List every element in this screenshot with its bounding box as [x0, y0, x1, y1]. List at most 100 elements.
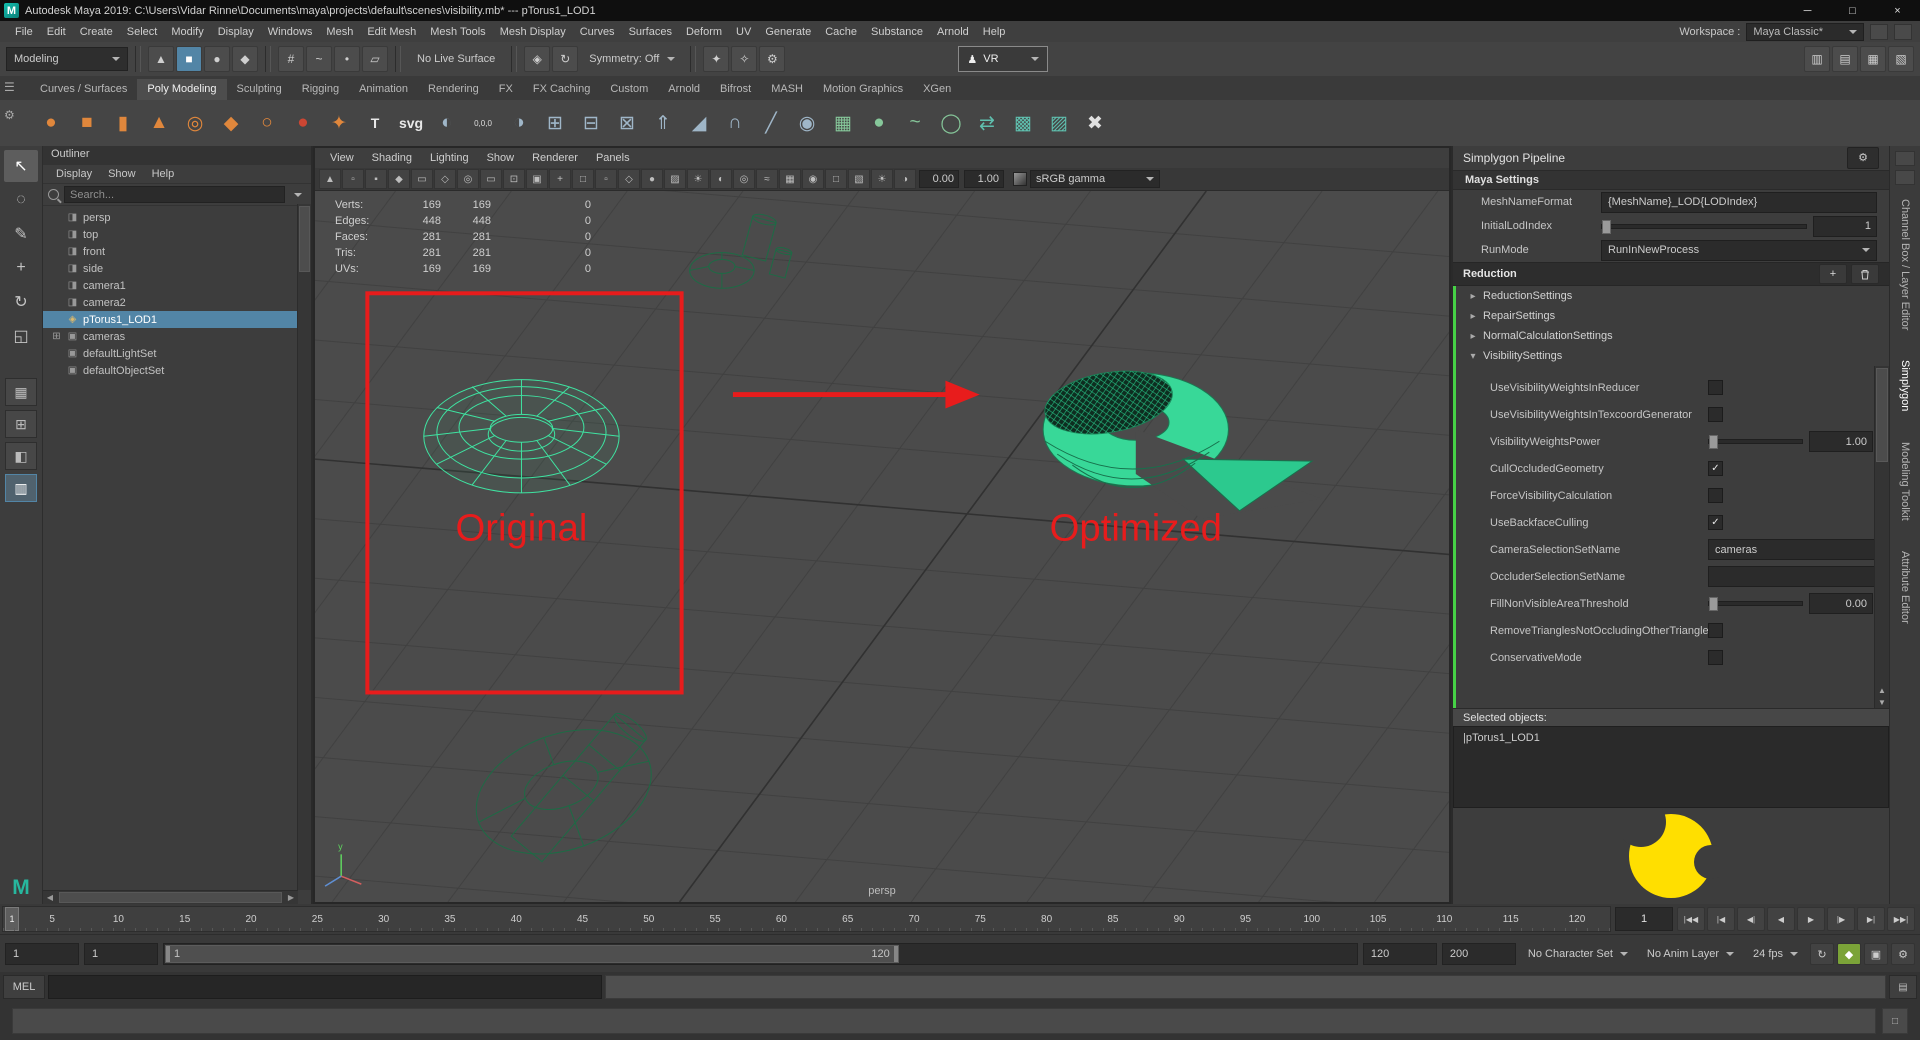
fps-dropdown[interactable]: 24 fps [1746, 944, 1805, 964]
toolbar-separator[interactable] [690, 46, 696, 72]
shelf-tab[interactable]: Curves / Surfaces [30, 79, 137, 100]
gear-icon[interactable]: ⚙ [1847, 147, 1879, 169]
bridge-icon[interactable]: ∩ [718, 106, 752, 140]
close-button[interactable]: × [1875, 0, 1920, 21]
bevel-icon[interactable]: ◢ [682, 106, 716, 140]
slider-handle[interactable] [1602, 220, 1611, 234]
settings-scrollbar[interactable]: ▲ ▼ [1874, 366, 1889, 708]
removetrianglesnotoccludingothertriangles-checkbox[interactable] [1708, 623, 1723, 638]
outliner-item[interactable]: side [43, 260, 311, 277]
expand-icon[interactable]: ⊞ [51, 331, 62, 342]
multi-cut-icon[interactable]: ╱ [754, 106, 788, 140]
shelf-tab[interactable]: Bifrost [710, 79, 761, 100]
outliner-item[interactable]: pTorus1_LOD1 [43, 311, 311, 328]
initial-lod-index-field[interactable]: 1 [1813, 216, 1877, 237]
menu-item[interactable]: Surfaces [622, 26, 679, 38]
menu-item[interactable]: Curves [573, 26, 622, 38]
outliner-menu-item[interactable]: Help [145, 168, 182, 180]
two-d-pan-zoom-icon[interactable]: ◇ [434, 169, 456, 189]
render-settings-icon[interactable]: ⚙ [759, 46, 785, 72]
minimize-button[interactable]: ─ [1785, 0, 1830, 21]
mirror-icon[interactable]: ⇄ [970, 106, 1004, 140]
outliner-menu-item[interactable]: Display [49, 168, 99, 180]
layout-four-pane[interactable]: ⊞ [5, 410, 37, 438]
poly-torus-icon[interactable]: ◎ [178, 106, 212, 140]
visibilityweightspower-slider[interactable] [1708, 439, 1803, 444]
shelf-tab[interactable]: Rigging [292, 79, 349, 100]
layout-custom[interactable]: ▥ [5, 474, 37, 502]
toolbar-separator[interactable] [135, 46, 141, 72]
outliner-vertical-scrollbar[interactable] [297, 204, 311, 890]
sidebar-modeling-toolkit-icon[interactable]: ▧ [1888, 46, 1914, 72]
selected-objects-field[interactable]: |pTorus1_LOD1 [1453, 726, 1889, 808]
outliner-title[interactable]: Outliner [43, 146, 311, 165]
menu-item[interactable]: Mesh Display [493, 26, 573, 38]
animation-preferences-icon[interactable]: ⚙ [1891, 943, 1915, 965]
menu-set-dropdown[interactable]: Modeling [6, 47, 128, 71]
separate-icon[interactable]: ⊟ [574, 106, 608, 140]
help-toggle-icon[interactable]: □ [1882, 1008, 1908, 1034]
textured-icon[interactable]: ▨ [664, 169, 686, 189]
select-component-icon[interactable]: ● [204, 46, 230, 72]
shelf-tab-menu-icon[interactable]: ☰ [4, 80, 15, 94]
outliner-item[interactable]: camera1 [43, 277, 311, 294]
outliner-item[interactable]: defaultLightSet [43, 345, 311, 362]
lights-icon[interactable]: ☀ [687, 169, 709, 189]
step-forward-frame-button[interactable]: ▶| [1857, 907, 1885, 931]
play-forwards-button[interactable]: ▶ [1797, 907, 1825, 931]
multisample-icon[interactable]: ▦ [779, 169, 801, 189]
cameraselectionsetname-dropdown[interactable]: cameras [1708, 539, 1889, 560]
sidebar-toolsettings-icon[interactable]: ▦ [1860, 46, 1886, 72]
platonic-solid-icon[interactable]: ✦ [322, 106, 356, 140]
outliner-horizontal-scrollbar[interactable]: ◀ ▶ [43, 890, 298, 904]
cullocccludedgeometry-checkbox[interactable] [1708, 461, 1723, 476]
filter-icon[interactable] [290, 193, 306, 197]
scrollbar-thumb[interactable] [59, 892, 282, 903]
make-live-icon[interactable]: ◈ [524, 46, 550, 72]
relax-tool-icon[interactable]: ~ [898, 106, 932, 140]
poly-cylinder-icon[interactable]: ▮ [106, 106, 140, 140]
poly-cone-icon[interactable]: ▲ [142, 106, 176, 140]
layout-single-pane[interactable]: ▦ [5, 378, 37, 406]
initial-lod-index-slider[interactable] [1601, 224, 1807, 229]
poly-plane-icon[interactable]: ◆ [214, 106, 248, 140]
sidebar-tab[interactable]: Channel Box / Layer Editor [1899, 199, 1911, 330]
forcevisibilitycalculation-checkbox[interactable] [1708, 488, 1723, 503]
sidebar-attributes-icon[interactable]: ▤ [1832, 46, 1858, 72]
menu-item[interactable]: Mesh Tools [423, 26, 492, 38]
usebackfaceculling-checkbox[interactable] [1708, 515, 1723, 530]
go-to-start-button[interactable]: |◀◀ [1677, 907, 1705, 931]
scroll-right-icon[interactable]: ▶ [284, 893, 298, 902]
outliner-item[interactable]: top [43, 226, 311, 243]
resolution-gate-icon[interactable]: ⊡ [503, 169, 525, 189]
select-camera-icon[interactable]: ▲ [319, 169, 341, 189]
visibilityweightspower-field[interactable]: 1.00 [1809, 431, 1873, 452]
toolbar-separator[interactable] [511, 46, 517, 72]
viewport-menu-item[interactable]: Renderer [523, 152, 587, 164]
smooth-icon[interactable]: ◯ [934, 106, 968, 140]
snap-to-point-icon[interactable]: • [334, 46, 360, 72]
shelf-tab[interactable]: Motion Graphics [813, 79, 913, 100]
menu-item[interactable]: File [8, 26, 40, 38]
symmetry-dropdown[interactable]: Symmetry: Off [581, 48, 683, 70]
menu-item[interactable]: UV [729, 26, 758, 38]
menu-item[interactable]: Create [73, 26, 120, 38]
step-back-frame-button[interactable]: |◀ [1707, 907, 1735, 931]
animation-start-field[interactable]: 1 [5, 943, 79, 965]
shelf-tab[interactable]: FX [489, 79, 523, 100]
script-editor-icon[interactable]: ▤ [1889, 975, 1917, 999]
gamma-field[interactable]: 1.00 [964, 170, 1004, 188]
menu-item[interactable]: Display [211, 26, 261, 38]
live-surface-field[interactable]: No Live Surface [408, 53, 504, 65]
bookmark-icon[interactable]: ◆ [388, 169, 410, 189]
optimized-torus-mesh[interactable] [1040, 362, 1322, 519]
usevisibilityweightsinreducer-checkbox[interactable] [1708, 380, 1723, 395]
menu-item[interactable]: Generate [758, 26, 818, 38]
paint-select-tool[interactable]: ✎ [4, 218, 38, 250]
move-to-origin-icon[interactable]: 0,0,0 [466, 106, 500, 140]
viewport-menu-item[interactable]: Show [478, 152, 524, 164]
menu-item[interactable]: Substance [864, 26, 930, 38]
current-time-indicator[interactable]: 1 [5, 907, 19, 931]
motion-blur-icon[interactable]: ≈ [756, 169, 778, 189]
fillnonvisibleareathreshold-slider[interactable] [1708, 601, 1803, 606]
